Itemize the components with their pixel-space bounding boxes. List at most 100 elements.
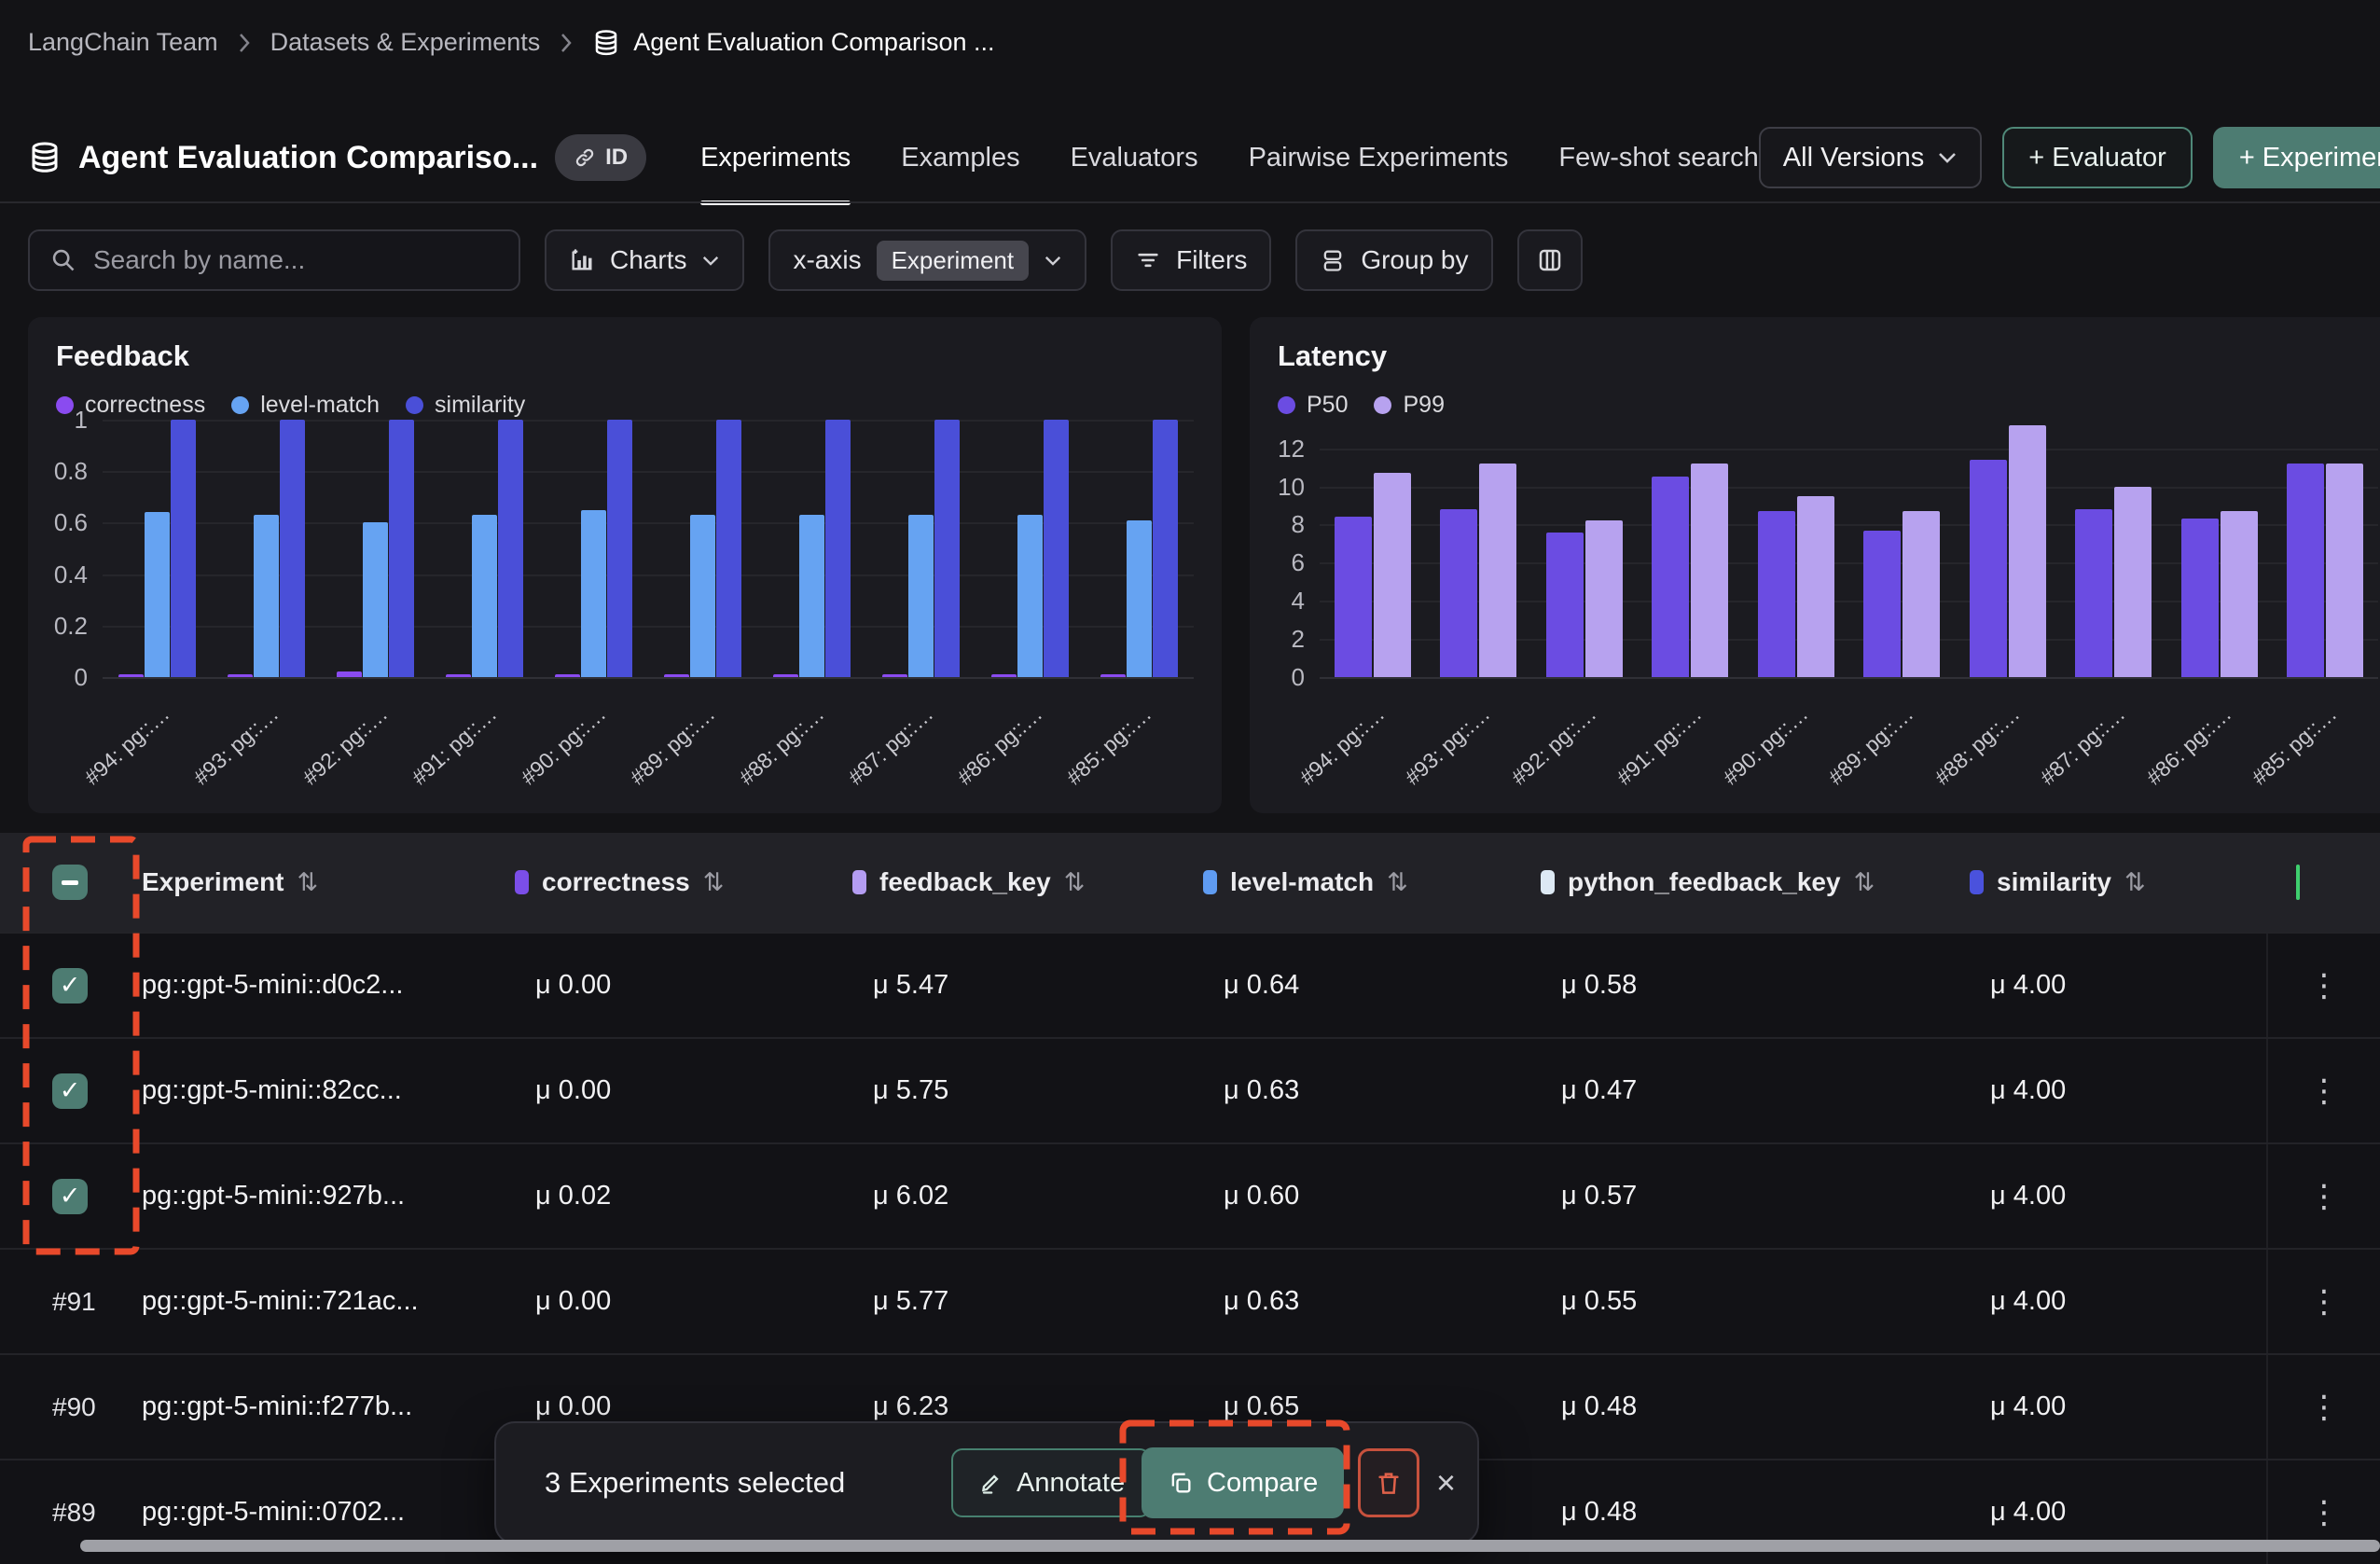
column-header-python_feedback_key[interactable]: python_feedback_key⇅ — [1529, 867, 1958, 897]
row-select-cell[interactable]: ✓ — [0, 1073, 131, 1109]
search-input[interactable] — [93, 245, 498, 275]
bar-similarity[interactable] — [498, 420, 523, 677]
bar-correctness[interactable] — [1100, 674, 1126, 677]
bar-correctness[interactable] — [446, 674, 471, 677]
experiment-name[interactable]: pg::gpt-5-mini::82cc... — [142, 1075, 402, 1106]
tab-pairwise-experiments[interactable]: Pairwise Experiments — [1249, 112, 1509, 203]
row-kebab-icon[interactable]: ⋮ — [2308, 1178, 2340, 1215]
column-header-feedback_key[interactable]: feedback_key⇅ — [841, 867, 1192, 897]
bar-P50[interactable] — [1652, 477, 1689, 677]
bar-P50[interactable] — [2075, 509, 2112, 677]
tab-examples[interactable]: Examples — [901, 112, 1019, 203]
bar-level-match[interactable] — [145, 512, 170, 677]
bar-P50[interactable] — [2287, 464, 2324, 677]
add-experiment-button[interactable]: + Experiment — [2213, 127, 2380, 188]
bar-P99[interactable] — [1903, 511, 1940, 677]
filters-button[interactable]: Filters — [1111, 229, 1271, 291]
compare-button[interactable]: Compare — [1142, 1447, 1344, 1518]
group-by-button[interactable]: Group by — [1295, 229, 1492, 291]
bar-P50[interactable] — [1758, 511, 1795, 677]
experiment-name[interactable]: pg::gpt-5-mini::927b... — [142, 1181, 405, 1211]
copy-id-badge[interactable]: ID — [555, 134, 646, 181]
charts-button[interactable]: Charts — [545, 229, 744, 291]
bar-P50[interactable] — [1440, 509, 1477, 677]
row-kebab-icon[interactable]: ⋮ — [2308, 1389, 2340, 1426]
column-header-correctness[interactable]: correctness⇅ — [504, 867, 841, 897]
experiment-name[interactable]: pg::gpt-5-mini::721ac... — [142, 1286, 419, 1317]
experiment-name-cell[interactable]: pg::gpt-5-mini::0702... — [131, 1497, 504, 1528]
column-header-level-match[interactable]: level-match⇅ — [1192, 867, 1529, 897]
bar-P99[interactable] — [1479, 464, 1516, 677]
xaxis-selector[interactable]: x-axis Experiment — [768, 229, 1086, 291]
table-row[interactable]: #91pg::gpt-5-mini::721ac...μ 0.00μ 5.77μ… — [0, 1248, 2380, 1353]
bar-P99[interactable] — [1585, 520, 1623, 677]
row-select-cell[interactable]: #90 — [0, 1392, 131, 1422]
bar-P50[interactable] — [1970, 460, 2007, 677]
add-evaluator-button[interactable]: + Evaluator — [2002, 127, 2193, 188]
table-row[interactable]: ✓pg::gpt-5-mini::82cc...μ 0.00μ 5.75μ 0.… — [0, 1037, 2380, 1142]
bar-similarity[interactable] — [716, 420, 741, 677]
bar-similarity[interactable] — [934, 420, 960, 677]
row-checkbox-checked[interactable]: ✓ — [52, 1073, 88, 1109]
columns-button[interactable] — [1517, 229, 1583, 291]
bar-similarity[interactable] — [1153, 420, 1178, 677]
bar-level-match[interactable] — [1127, 520, 1152, 677]
select-all-checkbox[interactable] — [52, 865, 88, 900]
sort-icon[interactable]: ⇅ — [1387, 868, 1408, 897]
experiment-name-cell[interactable]: pg::gpt-5-mini::927b... — [131, 1181, 504, 1211]
experiment-name[interactable]: pg::gpt-5-mini::d0c2... — [142, 970, 403, 1001]
row-kebab-icon[interactable]: ⋮ — [2308, 967, 2340, 1004]
sort-icon[interactable]: ⇅ — [298, 868, 319, 897]
experiment-name-cell[interactable]: pg::gpt-5-mini::82cc... — [131, 1075, 504, 1106]
bar-level-match[interactable] — [472, 515, 497, 677]
annotate-button[interactable]: Annotate — [951, 1448, 1151, 1517]
breadcrumb-team[interactable]: LangChain Team — [28, 28, 218, 57]
bar-similarity[interactable] — [280, 420, 305, 677]
bar-P50[interactable] — [1335, 517, 1372, 677]
horizontal-scrollbar[interactable] — [80, 1540, 2380, 1552]
bar-level-match[interactable] — [1017, 515, 1043, 677]
tab-few-shot-search[interactable]: Few-shot search — [1558, 112, 1758, 203]
row-select-cell[interactable]: #91 — [0, 1287, 131, 1317]
experiment-name[interactable]: pg::gpt-5-mini::0702... — [142, 1497, 405, 1528]
bar-correctness[interactable] — [118, 674, 144, 677]
bar-P99[interactable] — [1691, 464, 1728, 677]
bar-similarity[interactable] — [1044, 420, 1069, 677]
bar-P99[interactable] — [2221, 511, 2258, 677]
experiment-name-cell[interactable]: pg::gpt-5-mini::f277b... — [131, 1391, 504, 1422]
sort-icon[interactable]: ⇅ — [703, 868, 725, 897]
row-kebab-icon[interactable]: ⋮ — [2308, 1073, 2340, 1110]
bar-level-match[interactable] — [363, 522, 388, 677]
bar-P50[interactable] — [2181, 519, 2219, 677]
column-header-experiment[interactable]: Experiment⇅ — [131, 867, 504, 897]
row-checkbox-checked[interactable]: ✓ — [52, 1179, 88, 1214]
bar-P50[interactable] — [1863, 531, 1901, 677]
row-select-cell[interactable]: ✓ — [0, 968, 131, 1003]
row-kebab-icon[interactable]: ⋮ — [2308, 1494, 2340, 1531]
bar-P99[interactable] — [2326, 464, 2363, 677]
bar-correctness[interactable] — [337, 671, 362, 677]
sort-icon[interactable]: ⇅ — [1064, 868, 1086, 897]
search-box[interactable] — [28, 229, 520, 291]
bar-similarity[interactable] — [389, 420, 414, 677]
bar-level-match[interactable] — [690, 515, 715, 677]
bar-level-match[interactable] — [908, 515, 934, 677]
close-selection-icon[interactable]: × — [1436, 1448, 1456, 1517]
bar-P99[interactable] — [2114, 487, 2152, 677]
sort-icon[interactable]: ⇅ — [1854, 868, 1875, 897]
experiment-name-cell[interactable]: pg::gpt-5-mini::d0c2... — [131, 970, 504, 1001]
bar-P99[interactable] — [1374, 473, 1411, 677]
bar-level-match[interactable] — [581, 510, 606, 677]
row-select-cell[interactable]: #89 — [0, 1498, 131, 1528]
xaxis-value-pill[interactable]: Experiment — [877, 241, 1030, 281]
bar-similarity[interactable] — [171, 420, 196, 677]
versions-dropdown[interactable]: All Versions — [1759, 127, 1983, 188]
tab-experiments[interactable]: Experiments — [700, 112, 851, 203]
sort-icon[interactable]: ⇅ — [2124, 868, 2146, 897]
bar-P99[interactable] — [2009, 425, 2046, 677]
experiment-name-cell[interactable]: pg::gpt-5-mini::721ac... — [131, 1286, 504, 1317]
row-select-cell[interactable]: ✓ — [0, 1179, 131, 1214]
column-header-similarity[interactable]: similarity⇅ — [1958, 867, 2266, 897]
delete-button[interactable] — [1358, 1448, 1419, 1517]
bar-similarity[interactable] — [825, 420, 851, 677]
